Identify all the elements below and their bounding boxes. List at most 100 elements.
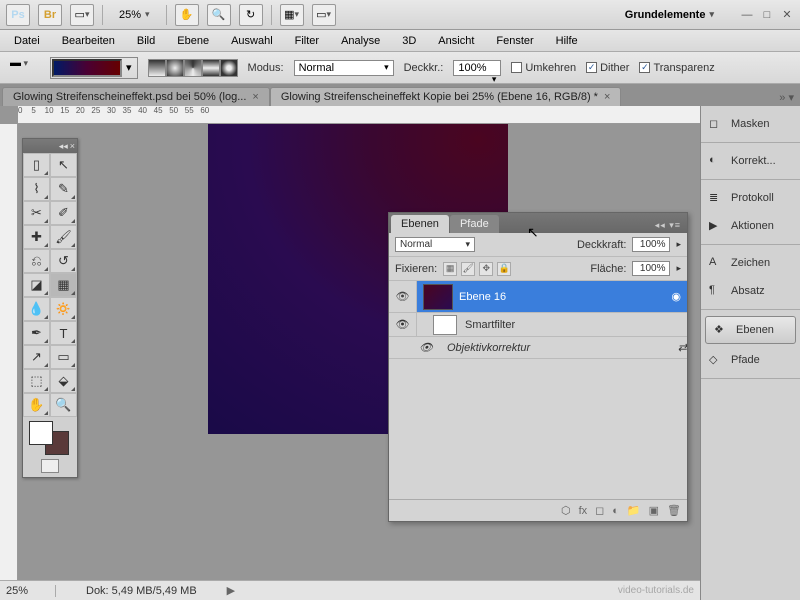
panel-protokoll[interactable]: ≣Protokoll [701,184,800,212]
filter-blend-icon[interactable]: ⇄ [678,341,687,354]
foreground-swatch[interactable] [29,421,53,445]
bridge-icon[interactable]: Br [38,4,62,26]
pen-tool-icon[interactable]: ✒ [23,321,50,345]
layer-row-ebene16[interactable]: 👁 Ebene 16 ◉ [389,281,687,313]
zoom-tool-icon[interactable]: 🔍 [207,4,231,26]
maximize-icon[interactable]: □ [760,8,774,22]
menu-select[interactable]: Auswahl [221,32,283,50]
lock-all-icon[interactable]: 🔒 [497,262,511,276]
menu-edit[interactable]: Bearbeiten [52,32,125,50]
layer-opacity-field[interactable]: 100% [632,237,670,252]
eraser-tool-icon[interactable]: ◪ [23,273,50,297]
screen-mode-dropdown[interactable]: ▭ [312,4,336,26]
gradient-diamond-icon[interactable] [220,59,238,77]
gradient-reflected-icon[interactable] [202,59,220,77]
layer-name[interactable]: Ebene 16 [459,291,671,303]
doc-tab-1-close-icon[interactable]: × [252,91,258,103]
panel-masken[interactable]: ◻Masken [701,110,800,138]
shape-tool-icon[interactable]: ▭ [50,345,77,369]
gradient-angle-icon[interactable] [184,59,202,77]
stamp-tool-icon[interactable]: ⎌ [23,249,50,273]
hand-nav-icon[interactable]: ✋ [23,393,50,417]
arrange-docs-dropdown[interactable]: ▦ [280,4,304,26]
dodge-tool-icon[interactable]: 🔅 [50,297,77,321]
tool-preset-dropdown[interactable]: ▬ [10,57,40,79]
3d-tool-icon[interactable]: ⬚ [23,369,50,393]
history-brush-icon[interactable]: ↺ [50,249,77,273]
path-select-icon[interactable]: ↗ [23,345,50,369]
menu-file[interactable]: Datei [4,32,50,50]
lock-transparency-icon[interactable]: ▦ [443,262,457,276]
fill-slider-icon[interactable]: ▸ [676,263,681,274]
blend-mode-select[interactable]: Normal [294,60,394,76]
opacity-field[interactable]: 100% [453,60,501,76]
quickmask-icon[interactable] [41,459,59,473]
panel-absatz[interactable]: ¶Absatz [701,277,800,305]
menu-image[interactable]: Bild [127,32,165,50]
menu-window[interactable]: Fenster [486,32,543,50]
status-docsize[interactable]: Dok: 5,49 MB/5,49 MB [56,585,227,597]
close-icon[interactable]: ✕ [780,8,794,22]
layout-dropdown[interactable]: ▭ [70,4,94,26]
panel-aktionen[interactable]: ▶Aktionen [701,212,800,240]
filter-visibility-icon[interactable]: 👁 [419,341,439,354]
menu-filter[interactable]: Filter [285,32,329,50]
layer-fill-field[interactable]: 100% [632,261,670,276]
workspace-switcher[interactable]: Grundelemente [617,9,722,21]
gradient-dropdown-icon[interactable]: ▾ [122,61,136,74]
photoshop-icon[interactable]: Ps [6,4,30,26]
doc-tab-2-close-icon[interactable]: × [604,91,610,103]
type-tool-icon[interactable]: T [50,321,77,345]
delete-layer-icon[interactable]: 🗑 [667,504,681,517]
lock-pixels-icon[interactable]: 🖌 [461,262,475,276]
layer-mask-icon[interactable]: ◻ [595,504,604,517]
reverse-checkbox[interactable]: Umkehren [511,62,576,74]
crop-tool-icon[interactable]: ✂ [23,201,50,225]
smartfilter-visibility-icon[interactable]: 👁 [389,313,417,336]
eyedropper-tool-icon[interactable]: ✐ [50,201,77,225]
smartfilter-row[interactable]: 👁 Smartfilter [389,313,687,337]
gradient-swatch[interactable] [52,59,122,77]
visibility-toggle-icon[interactable]: 👁 [389,281,417,312]
zoom-nav-icon[interactable]: 🔍 [50,393,77,417]
hand-tool-icon[interactable]: ✋ [175,4,199,26]
tab-pfade[interactable]: Pfade [450,215,499,233]
blur-tool-icon[interactable]: 💧 [23,297,50,321]
opacity-slider-icon[interactable]: ▸ [676,239,681,250]
doc-tab-2[interactable]: Glowing Streifenscheineffekt Kopie bei 2… [270,87,622,106]
toolbox-header[interactable]: ◂◂× [23,139,77,153]
marquee-tool-icon[interactable]: ↖ [50,153,77,177]
tab-overflow-icon[interactable]: » ▾ [773,89,800,106]
menu-3d[interactable]: 3D [392,32,426,50]
layer-thumbnail[interactable] [423,284,453,310]
menu-layer[interactable]: Ebene [167,32,219,50]
panel-menu-icon[interactable]: ◂◂ ▾≡ [649,218,687,233]
color-swatches[interactable] [23,417,77,455]
filter-objektivkorrektur[interactable]: 👁 Objektivkorrektur ⇄ [389,337,687,359]
lock-position-icon[interactable]: ✥ [479,262,493,276]
brush-tool-icon[interactable]: 🖌 [50,225,77,249]
status-play-icon[interactable]: ▶ [227,584,235,597]
rotate-view-icon[interactable]: ↻ [239,4,263,26]
menu-analysis[interactable]: Analyse [331,32,390,50]
menu-help[interactable]: Hilfe [546,32,588,50]
panel-zeichen[interactable]: AZeichen [701,249,800,277]
minimize-icon[interactable]: — [740,8,754,22]
new-layer-icon[interactable]: ▣ [649,504,659,517]
zoom-level-select[interactable]: 25% [111,7,158,23]
move-tool-icon[interactable]: ▯ [23,153,50,177]
gradient-tool-icon[interactable]: ▦ [50,273,77,297]
gradient-radial-icon[interactable] [166,59,184,77]
adjustment-layer-icon[interactable]: ◐ [612,505,619,517]
dither-checkbox[interactable]: ✓Dither [586,62,629,74]
layer-fx-icon[interactable]: fx [579,505,588,517]
doc-tab-1[interactable]: Glowing Streifenscheineffekt.psd bei 50%… [2,87,270,106]
panel-pfade[interactable]: ◇Pfade [701,346,800,374]
3d-camera-icon[interactable]: ⬙ [50,369,77,393]
link-layers-icon[interactable]: ⬡ [561,504,571,517]
panel-ebenen[interactable]: ❖Ebenen [705,316,796,344]
lasso-tool-icon[interactable]: ⌇ [23,177,50,201]
transparency-checkbox[interactable]: ✓Transparenz [639,62,714,74]
quickselect-tool-icon[interactable]: ✎ [50,177,77,201]
panel-korrekturen[interactable]: ◐Korrekt... [701,147,800,175]
